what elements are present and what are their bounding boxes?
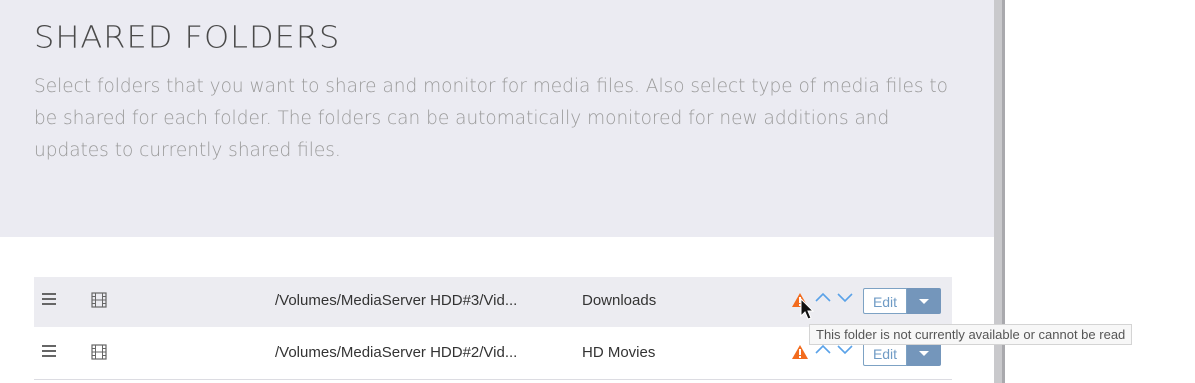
folder-name: Downloads [582,292,657,309]
drag-handle-icon[interactable] [42,345,58,359]
move-up-icon[interactable] [814,290,832,304]
mouse-cursor-icon [800,298,815,320]
edit-button[interactable]: Edit [863,288,907,314]
drag-handle-icon[interactable] [42,293,58,307]
edit-dropdown-button[interactable] [907,288,941,314]
section-header: SHARED FOLDERS Select folders that you w… [0,0,994,237]
folder-name: HD Movies [582,344,656,361]
film-icon [91,292,107,308]
move-down-icon[interactable] [836,290,854,304]
folder-path: /Volumes/MediaServer HDD#2/Vid... [275,344,518,361]
page-title: SHARED FOLDERS [34,18,341,56]
film-icon [91,344,107,360]
warning-icon[interactable] [791,344,809,360]
folder-path: /Volumes/MediaServer HDD#3/Vid... [275,292,518,309]
warning-tooltip: This folder is not currently available o… [809,324,1133,345]
page-description: Select folders that you want to share an… [34,76,948,161]
